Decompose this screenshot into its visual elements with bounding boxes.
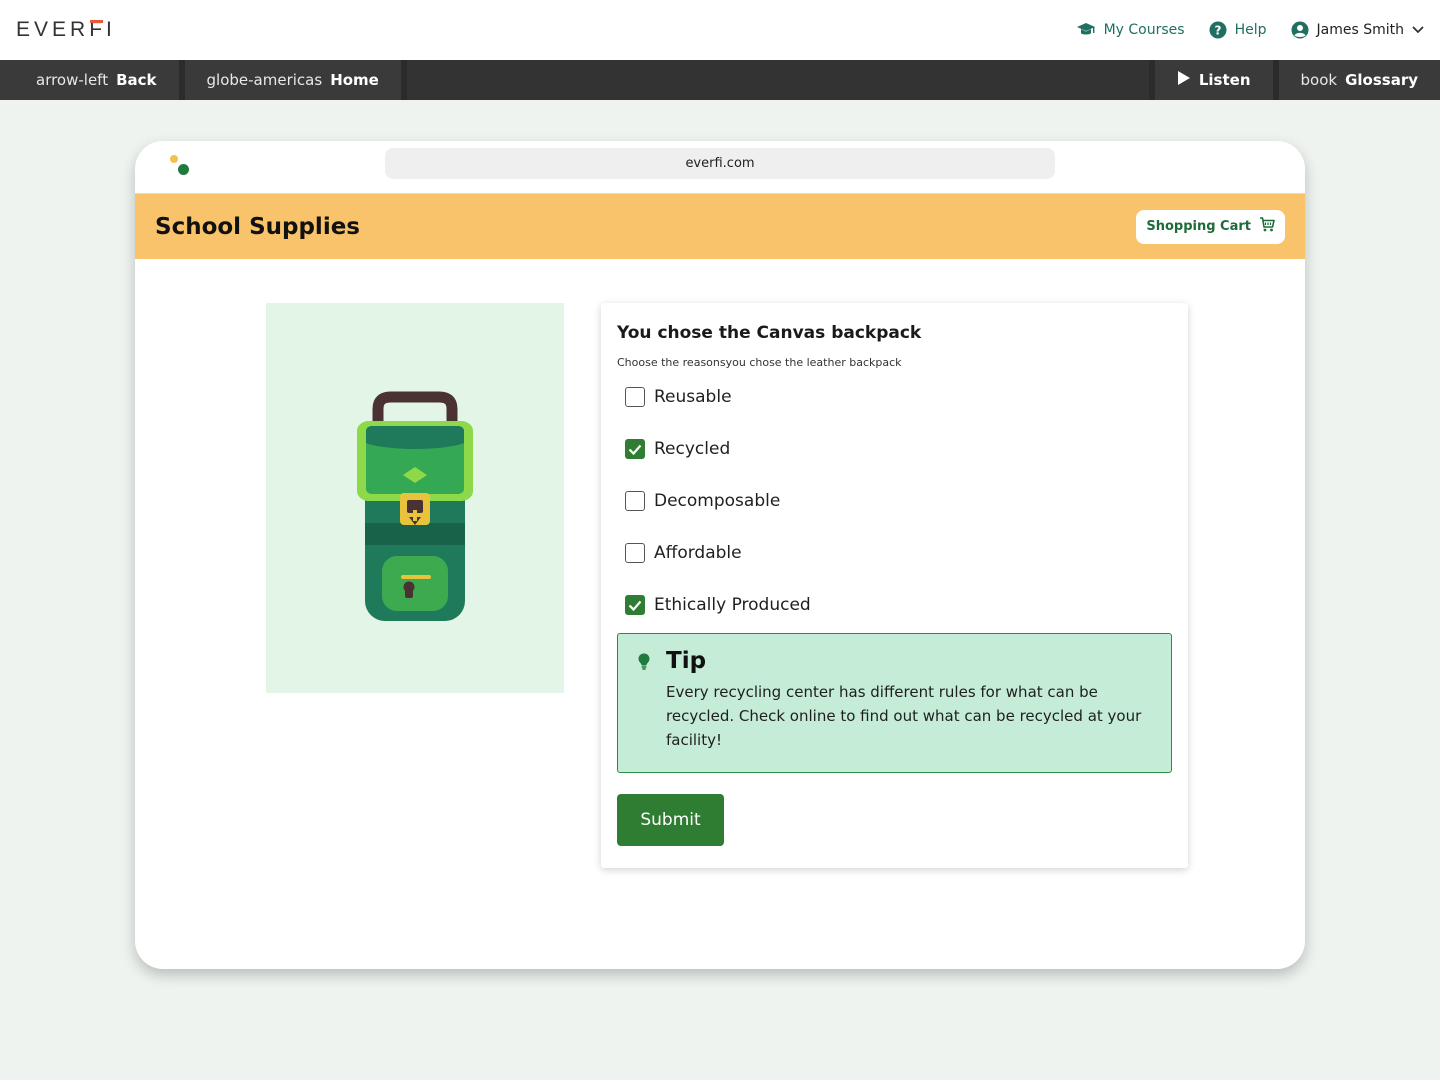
option-label: Recycled [654, 439, 731, 459]
check-icon [628, 444, 642, 455]
question-title: You chose the Canvas backpack [617, 323, 922, 343]
backpack-icon [357, 391, 473, 621]
my-courses-link[interactable]: My Courses [1076, 22, 1185, 38]
help-link[interactable]: ? Help [1209, 21, 1267, 39]
option-label: Ethically Produced [654, 595, 811, 615]
question-subtitle: Choose the reasonsyou chose the leather … [617, 356, 902, 369]
question-circle-icon: ? [1209, 21, 1227, 39]
svg-text:?: ? [1214, 24, 1221, 38]
shopping-cart-icon [1259, 217, 1275, 236]
toolbar-right: Listen book Glossary [1148, 60, 1440, 100]
checkbox-affordable[interactable] [625, 543, 645, 563]
browser-frame: everfi.com School Supplies Shopping Cart [135, 141, 1305, 969]
yellow-dot [170, 155, 178, 163]
user-name: James Smith [1316, 22, 1404, 38]
green-dot [178, 164, 189, 175]
option-label: Affordable [654, 543, 742, 563]
top-header: EVER F I My Courses ? Help James Smith [0, 0, 1440, 60]
option-label: Decomposable [654, 491, 781, 511]
checkbox-ethically-produced[interactable] [625, 595, 645, 615]
option-label: Reusable [654, 387, 732, 407]
option-reusable[interactable]: Reusable [617, 379, 1172, 423]
play-icon [1177, 70, 1191, 90]
submit-button[interactable]: Submit [617, 794, 724, 846]
checkbox-decomposable[interactable] [625, 491, 645, 511]
home-label: Home [330, 71, 379, 89]
shopping-cart-button[interactable]: Shopping Cart [1136, 209, 1285, 244]
shopping-cart-label: Shopping Cart [1146, 219, 1251, 234]
check-icon [628, 600, 642, 611]
glossary-button[interactable]: book Glossary [1272, 60, 1440, 100]
my-courses-label: My Courses [1103, 22, 1185, 38]
tip-body: Every recycling center has different rul… [666, 683, 1142, 749]
listen-button[interactable]: Listen [1148, 60, 1273, 100]
url-bar[interactable]: everfi.com [385, 148, 1055, 179]
graduation-cap-icon [1076, 22, 1096, 38]
lightbulb-icon [638, 653, 650, 674]
arrow-left-icon: arrow-left [36, 71, 109, 89]
back-button[interactable]: arrow-left Back [0, 60, 185, 100]
user-circle-icon [1291, 21, 1309, 39]
user-menu[interactable]: James Smith [1291, 21, 1424, 39]
option-decomposable[interactable]: Decomposable [617, 475, 1172, 527]
tip-title: Tip [666, 648, 707, 674]
everfi-logo[interactable]: EVER F I [16, 18, 116, 42]
question-panel: You chose the Canvas backpack Choose the… [601, 303, 1188, 868]
help-label: Help [1234, 22, 1267, 38]
option-affordable[interactable]: Affordable [617, 527, 1172, 579]
toolbar-left: arrow-left Back globe-americas Home [0, 60, 407, 100]
backpack-image [266, 303, 564, 693]
top-nav: My Courses ? Help James Smith [1076, 21, 1424, 39]
page-title: School Supplies [155, 213, 360, 240]
options-list: Reusable Recycled Decomposable Affordabl… [617, 379, 1172, 631]
book-icon: book [1300, 71, 1338, 89]
chevron-down-icon [1412, 26, 1424, 34]
home-button[interactable]: globe-americas Home [184, 60, 407, 100]
option-ethically-produced[interactable]: Ethically Produced [617, 579, 1172, 631]
course-toolbar: arrow-left Back globe-americas Home List… [0, 60, 1440, 100]
globe-americas-icon: globe-americas [206, 71, 323, 89]
browser-top-bar: everfi.com [135, 141, 1305, 194]
back-label: Back [116, 71, 157, 89]
listen-label: Listen [1198, 71, 1251, 89]
glossary-label: Glossary [1345, 71, 1418, 89]
site-header: School Supplies Shopping Cart [135, 194, 1305, 259]
browser-logo-dots [169, 155, 193, 179]
checkbox-reusable[interactable] [625, 387, 645, 407]
checkbox-recycled[interactable] [625, 439, 645, 459]
option-recycled[interactable]: Recycled [617, 423, 1172, 475]
tip-box: Tip Every recycling center has different… [617, 633, 1172, 773]
